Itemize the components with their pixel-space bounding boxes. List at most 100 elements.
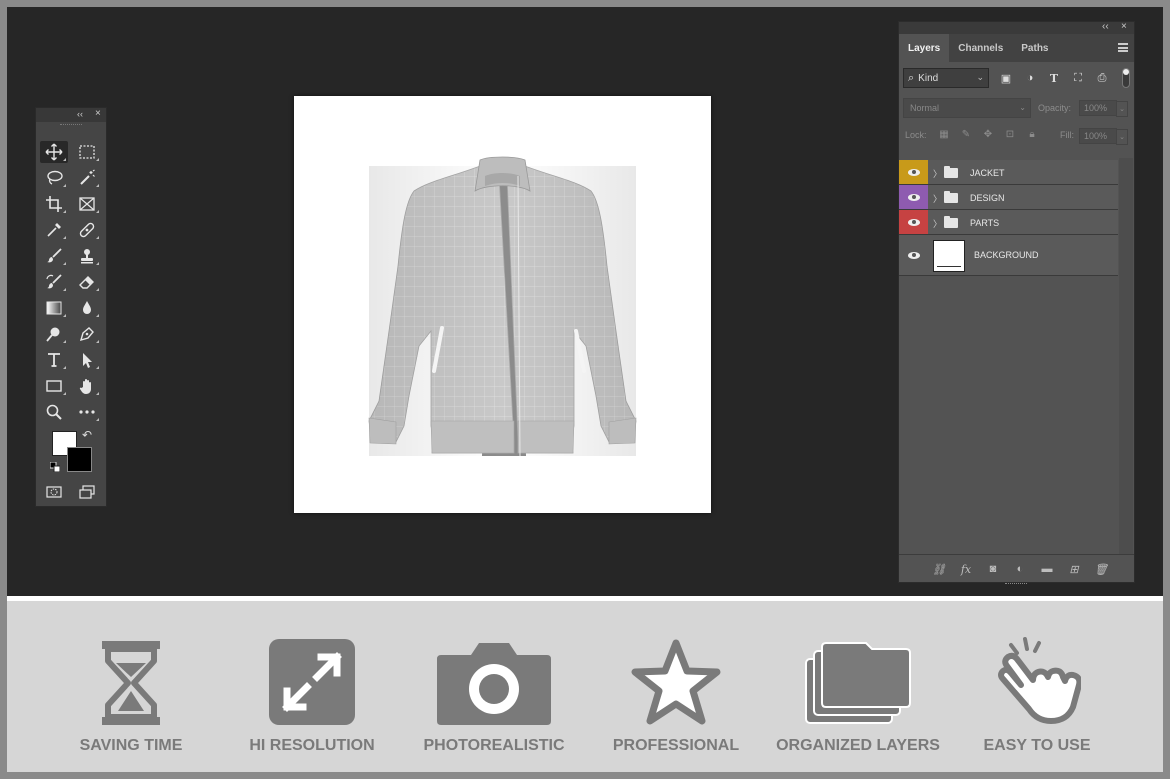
lock-transparent-icon[interactable]: ▦ bbox=[937, 127, 951, 141]
type-filter-icon[interactable]: T bbox=[1047, 71, 1061, 85]
eraser-tool[interactable] bbox=[73, 271, 101, 293]
rectangle-tool[interactable] bbox=[40, 375, 68, 397]
tools-panel-header[interactable]: ‹‹ × bbox=[36, 108, 106, 122]
trash-icon[interactable]: 🗑︎ bbox=[1093, 562, 1109, 576]
tab-layers[interactable]: Layers bbox=[899, 34, 950, 62]
screen-mode-button[interactable] bbox=[73, 481, 101, 503]
fill-field[interactable]: 100% ⌄ bbox=[1079, 128, 1128, 145]
eyedropper-tool[interactable] bbox=[40, 219, 68, 241]
chevron-down-icon[interactable]: ⌄ bbox=[1116, 129, 1128, 145]
tools-panel[interactable]: ‹‹ × ↶ bbox=[35, 107, 107, 507]
chevron-down-icon[interactable]: ⌄ bbox=[1116, 101, 1128, 117]
tab-channels[interactable]: Channels bbox=[949, 34, 1012, 62]
collapse-icon[interactable]: ‹‹ bbox=[77, 109, 83, 119]
star-icon bbox=[631, 639, 721, 725]
add-mask-icon[interactable]: ◙ bbox=[985, 562, 1001, 576]
chevron-right-icon[interactable]: 〉 bbox=[933, 217, 942, 230]
document-canvas[interactable] bbox=[294, 96, 711, 513]
filter-kind-select[interactable]: ⌕ Kind ⌄ bbox=[903, 68, 989, 88]
lock-artboard-icon[interactable]: ⊡ bbox=[1003, 127, 1017, 141]
stacked-layers-icon bbox=[805, 642, 911, 724]
pen-tool[interactable] bbox=[73, 323, 101, 345]
chevron-down-icon: ⌄ bbox=[1019, 103, 1026, 112]
magic-wand-tool[interactable] bbox=[73, 167, 101, 189]
layer-row-jacket[interactable]: 〉 JACKET bbox=[899, 160, 1118, 185]
lock-pixels-icon[interactable]: ✎ bbox=[959, 127, 973, 141]
layer-style-icon[interactable]: fx bbox=[958, 562, 974, 576]
swap-colors-icon[interactable]: ↶ bbox=[82, 428, 92, 442]
eye-icon bbox=[907, 251, 920, 259]
panel-grip[interactable] bbox=[60, 124, 82, 130]
history-brush-tool[interactable] bbox=[40, 271, 68, 293]
expand-arrows-icon bbox=[269, 639, 355, 725]
layers-scrollbar[interactable] bbox=[1119, 158, 1133, 554]
layer-row-design[interactable]: 〉 DESIGN bbox=[899, 185, 1118, 210]
visibility-toggle[interactable] bbox=[899, 160, 928, 184]
brush-tool[interactable] bbox=[40, 245, 68, 267]
background-color-swatch[interactable] bbox=[67, 447, 92, 472]
rectangle-icon bbox=[46, 380, 62, 392]
feature-label-photorealistic: PHOTOREALISTIC bbox=[423, 737, 565, 754]
more-tools[interactable] bbox=[73, 401, 101, 423]
visibility-toggle[interactable] bbox=[899, 210, 928, 234]
chevron-right-icon[interactable]: 〉 bbox=[933, 192, 942, 205]
visibility-toggle[interactable] bbox=[899, 185, 928, 209]
chevron-down-icon: ⌄ bbox=[976, 72, 984, 82]
tab-paths[interactable]: Paths bbox=[1012, 34, 1057, 62]
dodge-tool[interactable] bbox=[40, 323, 68, 345]
hand-tool[interactable] bbox=[73, 375, 101, 397]
magnifier-icon bbox=[46, 404, 62, 420]
new-layer-icon[interactable]: ⊞ bbox=[1066, 562, 1082, 576]
eye-icon bbox=[907, 168, 920, 176]
layers-panel-footer: ⛓ fx ◙ ◐ ▬ ⊞ 🗑︎ bbox=[899, 554, 1134, 584]
layer-name: BACKGROUND bbox=[974, 250, 1039, 260]
lock-position-icon[interactable]: ✥ bbox=[981, 127, 995, 141]
link-layers-icon[interactable]: ⛓ bbox=[931, 562, 947, 576]
path-selection-tool[interactable] bbox=[73, 349, 101, 371]
move-tool[interactable] bbox=[40, 141, 68, 163]
collapse-icon[interactable]: ‹‹ bbox=[1102, 21, 1109, 32]
layer-row-background[interactable]: BACKGROUND bbox=[899, 235, 1118, 276]
feature-list: SAVING TIME HI RESOLUTION PHOTOREALISTIC… bbox=[7, 601, 1163, 772]
layer-name: DESIGN bbox=[970, 193, 1005, 203]
zoom-tool[interactable] bbox=[40, 401, 68, 423]
crop-tool[interactable] bbox=[40, 193, 68, 215]
layer-thumbnail bbox=[933, 240, 965, 272]
blend-mode-select[interactable]: Normal ⌄ bbox=[903, 98, 1031, 118]
filter-toggle[interactable] bbox=[1122, 68, 1130, 88]
feature-label-organized-layers: ORGANIZED LAYERS bbox=[776, 737, 940, 754]
stamp-tool[interactable] bbox=[73, 245, 101, 267]
layer-name: JACKET bbox=[970, 168, 1005, 178]
type-tool[interactable] bbox=[40, 349, 68, 371]
panel-menu-icon[interactable] bbox=[1118, 43, 1128, 52]
blur-tool[interactable] bbox=[73, 297, 101, 319]
history-brush-icon bbox=[46, 274, 62, 289]
blend-mode-value: Normal bbox=[910, 103, 940, 113]
visibility-toggle[interactable] bbox=[899, 235, 928, 275]
fill-label: Fill: bbox=[1060, 130, 1074, 140]
default-colors-icon[interactable] bbox=[50, 462, 60, 472]
pixel-filter-icon[interactable]: ▣ bbox=[999, 71, 1013, 85]
chevron-right-icon[interactable]: 〉 bbox=[933, 167, 942, 180]
adjustment-layer-icon[interactable]: ◐ bbox=[1012, 562, 1028, 576]
layers-panel[interactable]: ‹‹ × Layers Channels Paths ⌕ Kind ⌄ ▣ ◑ … bbox=[898, 21, 1135, 584]
quick-mask-button[interactable] bbox=[40, 481, 68, 503]
panel-grip[interactable] bbox=[1005, 583, 1027, 587]
close-icon[interactable]: × bbox=[95, 108, 101, 119]
layers-panel-header[interactable]: ‹‹ × bbox=[899, 21, 1134, 34]
layer-row-parts[interactable]: 〉 PARTS bbox=[899, 210, 1118, 235]
marquee-tool[interactable] bbox=[73, 141, 101, 163]
lasso-tool[interactable] bbox=[40, 167, 68, 189]
adjustment-filter-icon[interactable]: ◑ bbox=[1023, 71, 1037, 85]
new-group-icon[interactable]: ▬ bbox=[1039, 562, 1055, 576]
blend-row: Normal ⌄ Opacity: 100% ⌄ bbox=[899, 94, 1134, 122]
close-icon[interactable]: × bbox=[1121, 21, 1127, 32]
frame-tool[interactable] bbox=[73, 193, 101, 215]
opacity-field[interactable]: 100% ⌄ bbox=[1079, 100, 1128, 117]
lock-all-icon[interactable]: 🔒︎ bbox=[1025, 127, 1039, 141]
type-icon bbox=[48, 353, 60, 367]
healing-brush-tool[interactable] bbox=[73, 219, 101, 241]
smart-object-filter-icon[interactable]: ⎙ bbox=[1095, 71, 1109, 85]
gradient-tool[interactable] bbox=[40, 297, 68, 319]
shape-filter-icon[interactable]: ⛶ bbox=[1071, 71, 1085, 85]
